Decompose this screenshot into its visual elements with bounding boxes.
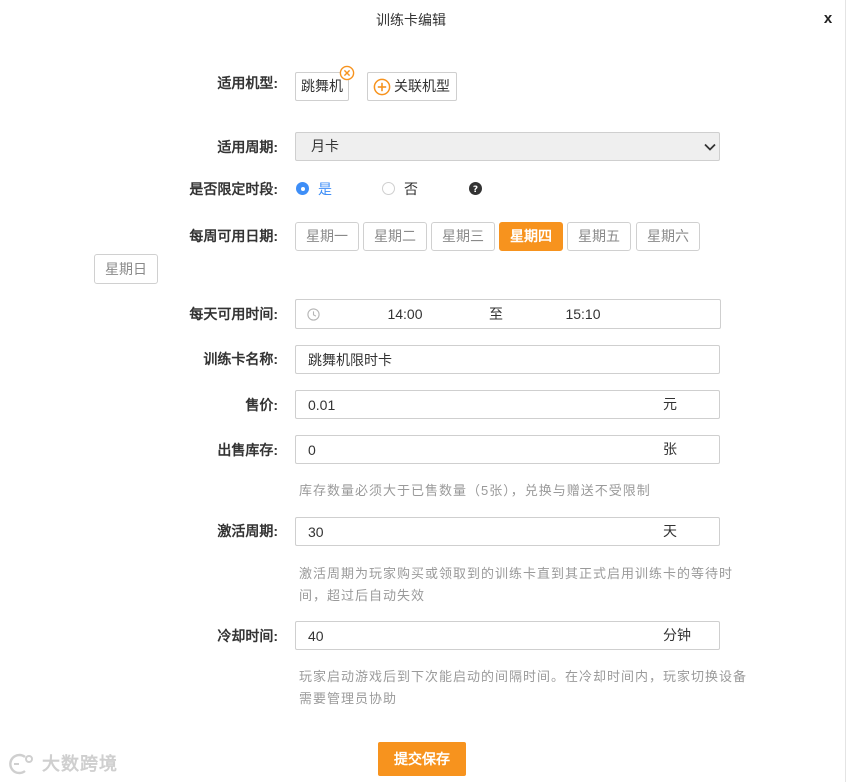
activation-hint: 激活周期为玩家购买或领取到的训练卡直到其正式启用训练卡的等待时 间，超过后自动失… xyxy=(299,563,733,607)
limit-time-radio-no[interactable]: 否 xyxy=(382,179,422,199)
stock-hint-line: 库存数量必须大于已售数量（5张），兑换与赠送不受限制 xyxy=(299,483,651,498)
clock-icon xyxy=(307,308,320,321)
daily-time-range-picker[interactable]: 14:00 至 15:10 xyxy=(295,299,721,329)
cooldown-field: 分钟 xyxy=(295,621,720,650)
card-name-label: 训练卡名称: xyxy=(203,351,278,367)
cooldown-hint-line: 玩家启动游戏后到下次能启动的间隔时间。在冷却时间内，玩家切换设备 xyxy=(299,669,748,684)
end-time-input[interactable]: 15:10 xyxy=(533,300,633,328)
cooldown-input[interactable] xyxy=(296,622,646,649)
cooldown-unit: 分钟 xyxy=(663,627,691,643)
watermark-text: 大数跨境 xyxy=(42,754,118,774)
submit-save-button[interactable]: 提交保存 xyxy=(378,742,466,776)
weekday-wed-button[interactable]: 星期三 xyxy=(431,222,495,251)
radio-circle xyxy=(296,182,309,195)
weekday-thu-button[interactable]: 星期四 xyxy=(499,222,563,251)
activation-input[interactable] xyxy=(296,518,646,545)
limit-time-radio-yes[interactable]: 是 xyxy=(296,179,336,199)
activation-label: 激活周期: xyxy=(217,523,278,539)
question-circle-icon[interactable]: ? xyxy=(469,182,482,195)
radio-no-label: 否 xyxy=(404,181,418,197)
activation-unit: 天 xyxy=(663,523,677,539)
price-input[interactable] xyxy=(296,391,646,418)
activation-field: 天 xyxy=(295,517,720,546)
weekday-tue-button[interactable]: 星期二 xyxy=(363,222,427,251)
stock-unit: 张 xyxy=(663,441,677,457)
card-name-field xyxy=(295,345,720,374)
device-type-label: 适用机型: xyxy=(217,75,278,91)
weekday-sun-button[interactable]: 星期日 xyxy=(94,254,158,284)
daily-time-label: 每天可用时间: xyxy=(189,306,278,322)
weekdays-label: 每周可用日期: xyxy=(189,228,278,244)
time-range-separator: 至 xyxy=(489,306,503,322)
price-field: 元 xyxy=(295,390,720,419)
radio-yes-label: 是 xyxy=(318,181,332,197)
activation-hint-line: 激活周期为玩家购买或领取到的训练卡直到其正式启用训练卡的等待时 xyxy=(299,566,734,581)
limit-time-label: 是否限定时段: xyxy=(189,181,278,197)
device-tag-label: 跳舞机 xyxy=(301,78,343,94)
period-select-value: 月卡 xyxy=(311,138,339,154)
chevron-down-icon xyxy=(704,143,716,151)
plus-circle-icon xyxy=(373,78,391,96)
activation-hint-line: 间，超过后自动失效 xyxy=(299,588,426,603)
radio-circle xyxy=(382,182,395,195)
cooldown-label: 冷却时间: xyxy=(217,628,278,644)
link-device-type-button[interactable]: 关联机型 xyxy=(367,72,457,101)
period-select[interactable]: 月卡 xyxy=(295,132,720,161)
weekday-mon-button[interactable]: 星期一 xyxy=(295,222,359,251)
price-label: 售价: xyxy=(245,397,278,413)
weekday-sat-button[interactable]: 星期六 xyxy=(636,222,700,251)
start-time-input[interactable]: 14:00 xyxy=(355,300,455,328)
watermark: 大数跨境 xyxy=(5,751,117,777)
link-device-type-label: 关联机型 xyxy=(394,78,450,94)
svg-text:?: ? xyxy=(473,185,478,195)
stock-hint: 库存数量必须大于已售数量（5张），兑换与赠送不受限制 xyxy=(299,480,651,502)
cooldown-hint-line: 需要管理员协助 xyxy=(299,691,398,706)
period-label: 适用周期: xyxy=(217,139,278,155)
stock-label: 出售库存: xyxy=(217,442,278,458)
watermark-logo-icon xyxy=(9,753,33,775)
cooldown-hint: 玩家启动游戏后到下次能启动的间隔时间。在冷却时间内，玩家切换设备 需要管理员协助 xyxy=(299,666,747,710)
card-name-input[interactable] xyxy=(296,346,646,373)
stock-input[interactable] xyxy=(296,436,646,463)
weekday-fri-button[interactable]: 星期五 xyxy=(567,222,631,251)
dialog-title: 训练卡编辑 xyxy=(376,12,446,28)
stock-field: 张 xyxy=(295,435,720,464)
close-button[interactable]: x xyxy=(820,9,836,29)
dialog-right-border xyxy=(845,0,846,782)
price-unit: 元 xyxy=(663,396,677,412)
close-circle-icon[interactable] xyxy=(339,65,355,81)
